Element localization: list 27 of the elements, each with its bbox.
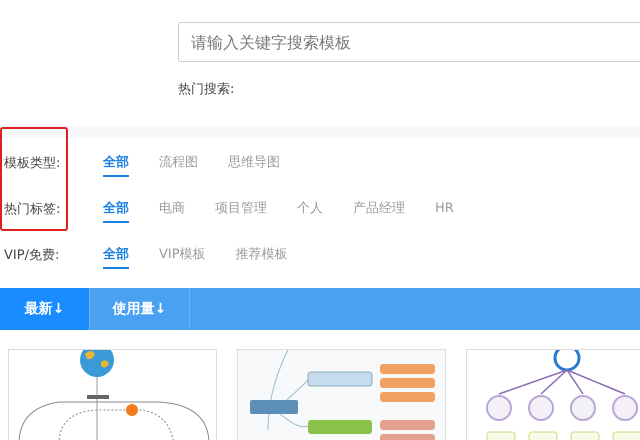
filter-option[interactable]: 思维导图 [228,149,280,177]
org-node [612,395,638,421]
filter-option[interactable]: HR [435,196,454,222]
hot-search-label: 热门搜索: [178,81,236,99]
filter-option[interactable]: 项目管理 [215,195,267,223]
sort-tab[interactable]: 最新↓ [0,288,90,330]
filter-label: 热门标签: [3,201,62,218]
org-node [486,395,512,421]
org-label-box [612,432,640,440]
search-field[interactable]: 请输入关键字搜索模板 [178,22,640,62]
org-node [528,395,554,421]
filter-label: 模板类型: [3,155,62,172]
org-label-box [570,432,600,440]
org-node [570,395,596,421]
filter-label: VIP/免费: [3,247,60,264]
root-node [554,350,580,372]
filter-option[interactable]: 全部 [103,149,129,177]
org-label-box [528,432,558,440]
filter-option[interactable]: 流程图 [159,149,198,177]
filter-option[interactable]: 个人 [297,195,323,223]
org-label-box [486,432,516,440]
filter-option[interactable]: 推荐模板 [236,241,288,269]
filter-option[interactable]: 全部 [103,241,129,269]
filter-option[interactable]: VIP模板 [159,241,206,269]
filter-option[interactable]: 电商 [159,195,185,223]
filter-option[interactable]: 全部 [103,195,129,223]
filter-option[interactable]: 产品经理 [353,195,405,223]
